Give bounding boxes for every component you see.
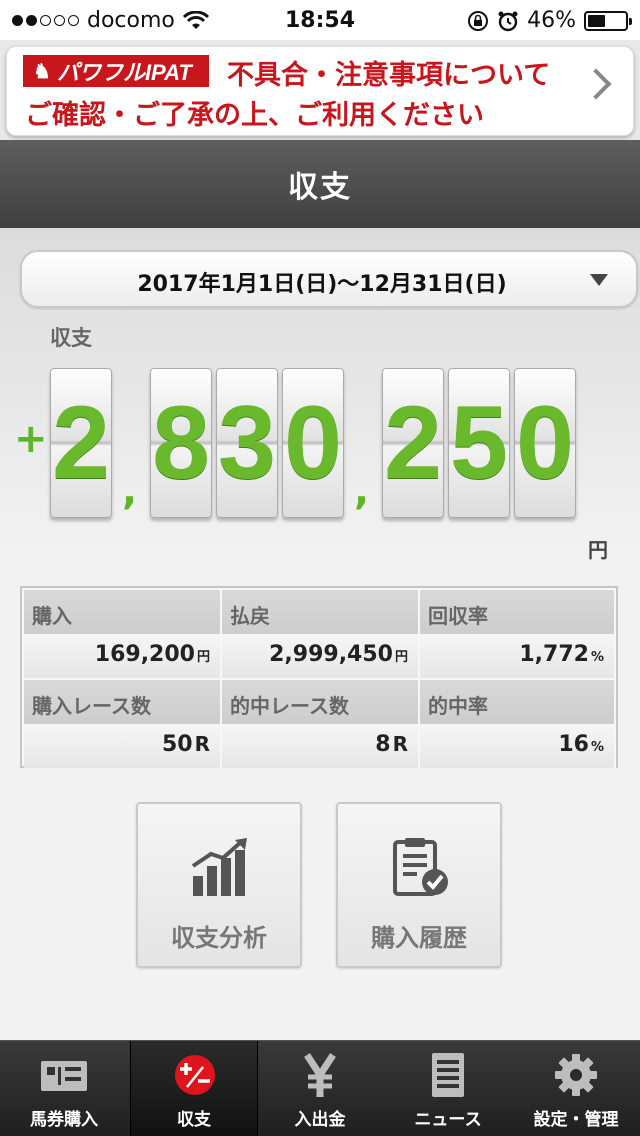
bar-chart-trend-icon <box>191 838 247 896</box>
thousands-separator: , <box>122 468 138 514</box>
analysis-button[interactable]: 収支分析 <box>136 802 302 968</box>
stat-value-recovery-rate: 1,772% <box>420 634 616 678</box>
date-range-select[interactable]: 2017年1月1日(日)〜12月31日(日) <box>20 250 638 308</box>
banner-text-line2: ご確認・ご了承の上、ご利用ください <box>25 100 484 131</box>
tab-label: 収支 <box>177 1110 211 1130</box>
tab-deposit-withdraw[interactable]: 入出金 <box>256 1041 384 1136</box>
stat-label-payout: 払戻 <box>222 590 420 634</box>
stat-value-purchase: 169,200 円 <box>24 634 222 678</box>
history-button[interactable]: 購入履歴 <box>336 802 502 968</box>
plus-minus-icon <box>175 1055 215 1095</box>
alarm-icon <box>498 11 518 31</box>
stat-label-purchase: 購入 <box>24 590 222 634</box>
tab-label: 設定・管理 <box>533 1110 619 1130</box>
balance-digit: 8 <box>150 368 212 518</box>
ipat-logo-text: パワフルIPAT <box>56 60 192 85</box>
stat-value-hit-races: 8R <box>222 724 420 768</box>
balance-sign: + <box>14 416 48 462</box>
battery-icon <box>584 10 632 31</box>
ipat-logo: ♞ パワフルIPAT <box>23 55 209 87</box>
stat-label-recovery-rate: 回収率 <box>420 590 616 634</box>
tab-label: 入出金 <box>294 1110 346 1130</box>
balance-digit: 0 <box>514 368 576 518</box>
balance-unit: 円 <box>588 538 608 562</box>
balance-digit: 5 <box>448 368 510 518</box>
gear-icon <box>555 1054 597 1096</box>
date-range-text: 2017年1月1日(日)〜12月31日(日) <box>137 272 507 297</box>
balance-digit: 2 <box>50 368 112 518</box>
clipboard-check-icon <box>393 838 448 896</box>
battery-level <box>588 14 605 27</box>
stat-value-payout: 2,999,450 円 <box>222 634 420 678</box>
tab-label: 馬券購入 <box>30 1110 98 1130</box>
ticket-icon <box>41 1061 87 1091</box>
analysis-button-label: 収支分析 <box>171 924 267 952</box>
battery-percent: 46% <box>527 8 576 33</box>
tab-label: ニュース <box>414 1110 482 1130</box>
balance-label: 収支 <box>50 326 92 350</box>
caret-down-icon <box>590 274 608 286</box>
status-right: 46% <box>467 8 632 33</box>
stat-value-races: 50 R <box>24 724 222 768</box>
notice-banner[interactable]: ♞ パワフルIPAT 不具合・注意事項について ご確認・ご了承の上、ご利用くださ… <box>6 46 634 136</box>
news-icon <box>432 1053 464 1097</box>
rotation-lock-icon <box>468 10 489 31</box>
stat-label-hit-races: 的中レース数 <box>222 680 420 724</box>
main-content: 2017年1月1日(日)〜12月31日(日) 収支 + 2 , 8 3 0 , … <box>0 228 640 1040</box>
stats-table: 購入 169,200 円 払戻 2,999,450 円 回収率 1,772% 購入レ… <box>20 586 618 768</box>
page-title: 収支 <box>0 140 640 228</box>
tab-settings[interactable]: 設定・管理 <box>512 1041 640 1136</box>
balance-digit: 0 <box>282 368 344 518</box>
tab-ticket-purchase[interactable]: 馬券購入 <box>0 1041 128 1136</box>
horse-rider-icon: ♞ <box>33 60 51 83</box>
stat-value-hit-rate: 16% <box>420 724 616 768</box>
thousands-separator: , <box>354 468 370 514</box>
tab-news[interactable]: ニュース <box>384 1041 512 1136</box>
balance-digit: 2 <box>382 368 444 518</box>
yen-icon <box>304 1053 336 1097</box>
tab-balance[interactable]: 収支 <box>130 1041 258 1136</box>
banner-text-line1: 不具合・注意事項について <box>227 60 551 91</box>
stat-label-hit-rate: 的中率 <box>420 680 616 724</box>
history-button-label: 購入履歴 <box>371 924 467 952</box>
status-bar: docomo 18:54 46% <box>0 0 640 40</box>
tab-bar: 馬券購入 収支 入出金 ニュース 設定・管理 <box>0 1040 640 1136</box>
balance-digit: 3 <box>216 368 278 518</box>
chevron-right-icon <box>580 68 612 100</box>
stat-label-races: 購入レース数 <box>24 680 222 724</box>
